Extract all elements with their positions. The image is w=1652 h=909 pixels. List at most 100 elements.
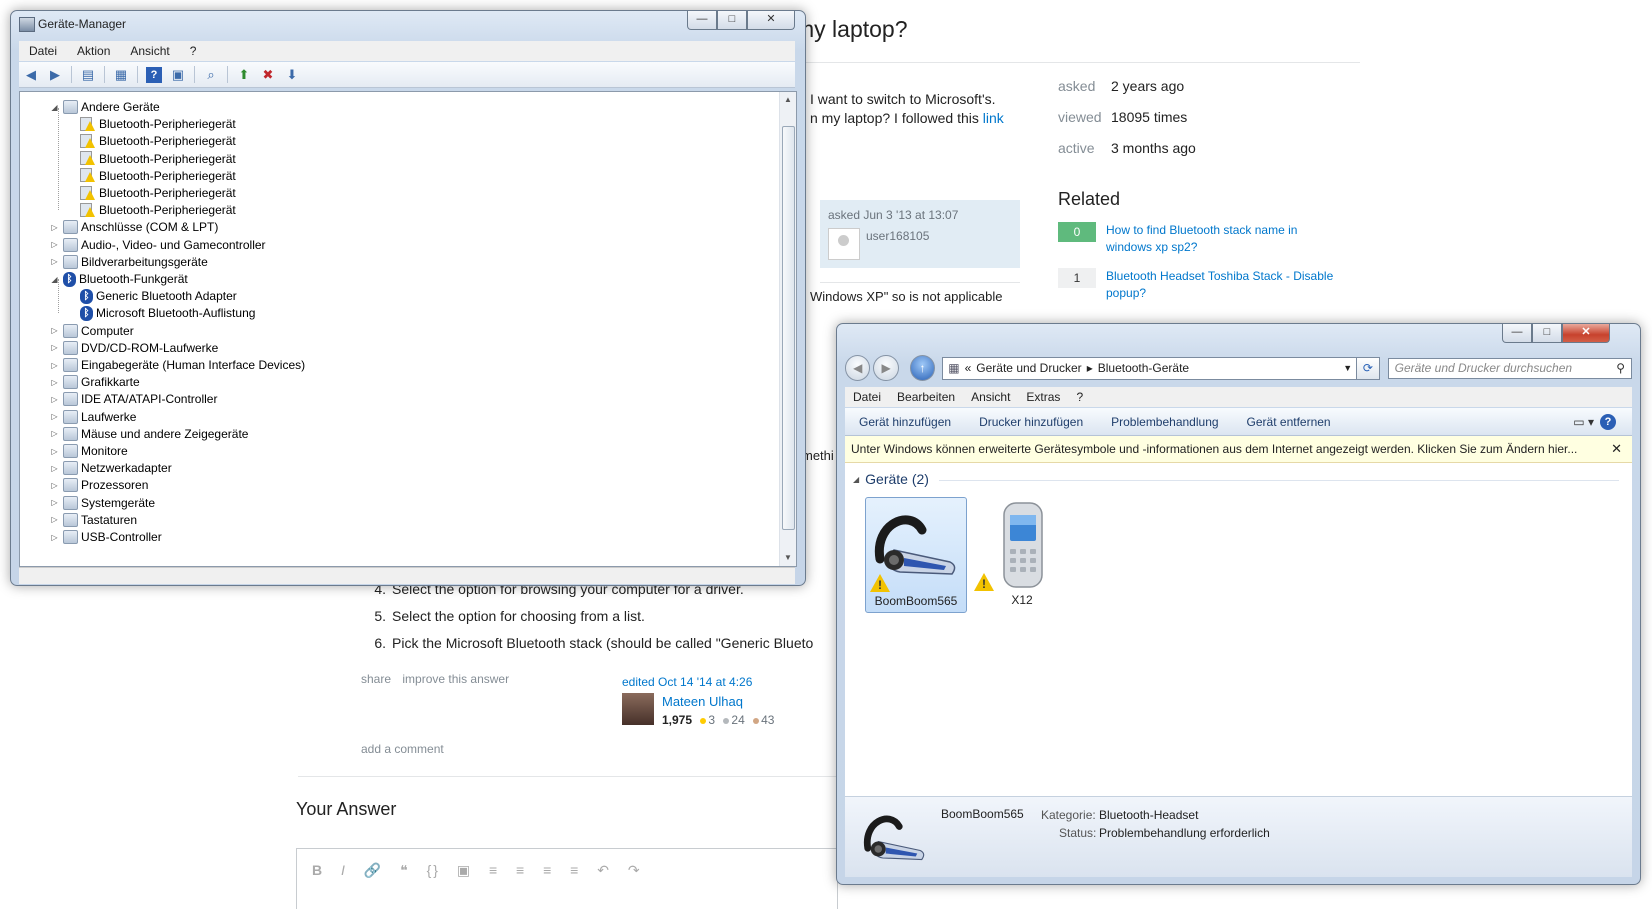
- image-icon[interactable]: ▣: [457, 862, 472, 878]
- disable-device-icon[interactable]: ⬇: [284, 67, 300, 83]
- address-bar[interactable]: ▦ « Geräte und Drucker ▸ Bluetooth-Gerät…: [942, 356, 1358, 380]
- add-device-button[interactable]: Gerät hinzufügen: [859, 415, 951, 429]
- asked-user[interactable]: user168105: [866, 229, 929, 243]
- italic-icon[interactable]: I: [341, 862, 347, 878]
- add-comment-link[interactable]: add a comment: [361, 742, 444, 756]
- tree-node[interactable]: ◢ ᛒ Bluetooth-Funkgerät: [50, 270, 188, 288]
- tree-node[interactable]: Bluetooth-Peripheriegerät: [80, 167, 236, 185]
- maximize-button[interactable]: □: [717, 11, 747, 30]
- breadcrumb-chevron-icon[interactable]: ▸: [1087, 361, 1093, 375]
- address-dropdown-icon[interactable]: ▼: [1343, 363, 1352, 373]
- maximize-button[interactable]: □: [1532, 324, 1562, 343]
- breadcrumb-bluetooth-devices[interactable]: Bluetooth-Geräte: [1098, 361, 1189, 375]
- quote-icon[interactable]: ❝: [400, 862, 410, 878]
- expand-arrow-icon[interactable]: ▷: [50, 533, 59, 542]
- info-bar[interactable]: Unter Windows können erweiterte Gerätesy…: [845, 436, 1632, 463]
- close-button[interactable]: ✕: [1562, 324, 1610, 343]
- question-link[interactable]: link: [983, 110, 1004, 126]
- show-hide-tree-icon[interactable]: ▤: [80, 67, 96, 83]
- up-button[interactable]: ↑: [909, 355, 936, 381]
- remove-device-button[interactable]: Gerät entfernen: [1247, 415, 1331, 429]
- tree-node[interactable]: ▷ Prozessoren: [50, 476, 148, 494]
- tree-node[interactable]: Bluetooth-Peripheriegerät: [80, 132, 236, 150]
- edited-time[interactable]: edited Oct 14 '14 at 4:26: [622, 675, 752, 689]
- expand-arrow-icon[interactable]: ▷: [50, 378, 59, 387]
- tree-node[interactable]: ▷ Bildverarbeitungsgeräte: [50, 253, 208, 271]
- expand-arrow-icon[interactable]: ▷: [50, 395, 59, 404]
- expand-arrow-icon[interactable]: ▷: [50, 257, 59, 266]
- menu-extras[interactable]: Extras: [1026, 390, 1060, 404]
- scroll-up-icon[interactable]: ▲: [780, 92, 796, 108]
- forward-arrow-icon[interactable]: ▶: [47, 67, 63, 83]
- breadcrumb-devices-printers[interactable]: Geräte und Drucker: [976, 361, 1081, 375]
- scan-hardware-icon[interactable]: ⌕: [203, 67, 219, 83]
- minimize-button[interactable]: —: [687, 11, 717, 30]
- collapse-arrow-icon[interactable]: ◢: [50, 275, 59, 284]
- tree-node[interactable]: ▷ Audio-, Video- und Gamecontroller: [50, 236, 266, 254]
- expand-arrow-icon[interactable]: ▷: [50, 464, 59, 473]
- numbered-list-icon[interactable]: ≡: [489, 862, 499, 878]
- expand-arrow-icon[interactable]: ▷: [50, 361, 59, 370]
- search-input[interactable]: Geräte und Drucker durchsuchen ⚲: [1387, 357, 1632, 379]
- properties-icon[interactable]: ▦: [113, 67, 129, 83]
- scroll-down-icon[interactable]: ▼: [780, 550, 796, 566]
- tree-node[interactable]: Bluetooth-Peripheriegerät: [80, 150, 236, 168]
- tree-node[interactable]: ▷ Netzwerkadapter: [50, 459, 172, 477]
- related-link[interactable]: Bluetooth Headset Toshiba Stack - Disabl…: [1106, 268, 1333, 302]
- related-item[interactable]: 1 Bluetooth Headset Toshiba Stack - Disa…: [1058, 268, 1358, 302]
- bold-icon[interactable]: B: [312, 862, 324, 878]
- view-options-icon[interactable]: ▭ ▾: [1573, 415, 1594, 429]
- device-tree[interactable]: ◢ Andere Geräte Bluetooth-Peripheriegerät B…: [19, 91, 797, 567]
- search-icon[interactable]: ⚲: [1616, 361, 1625, 375]
- menu-datei[interactable]: Datei: [853, 390, 881, 404]
- tree-node[interactable]: ▷ Monitore: [50, 442, 128, 460]
- back-arrow-icon[interactable]: ◀: [23, 67, 39, 83]
- expand-arrow-icon[interactable]: ▷: [50, 498, 59, 507]
- uninstall-icon[interactable]: ✖: [260, 67, 276, 83]
- editor-name[interactable]: Mateen Ulhaq: [662, 694, 743, 709]
- menu-ansicht[interactable]: Ansicht: [130, 44, 169, 58]
- improve-answer-link[interactable]: improve this answer: [402, 672, 509, 686]
- tree-node[interactable]: Bluetooth-Peripheriegerät: [80, 201, 236, 219]
- breadcrumb-overflow[interactable]: «: [965, 361, 972, 375]
- tree-node[interactable]: ▷ Mäuse und andere Zeigegeräte: [50, 425, 248, 443]
- tree-node[interactable]: ◢ Andere Geräte: [50, 98, 160, 116]
- tree-node[interactable]: ▷ Anschlüsse (COM & LPT): [50, 218, 218, 236]
- tree-node[interactable]: ▷ Tastaturen: [50, 511, 137, 529]
- tree-node[interactable]: Bluetooth-Peripheriegerät: [80, 115, 236, 133]
- expand-arrow-icon[interactable]: ▷: [50, 429, 59, 438]
- device-tile[interactable]: BoomBoom565: [865, 497, 967, 613]
- refresh-icon[interactable]: ⟳: [1357, 356, 1380, 380]
- collapse-icon[interactable]: ◢: [853, 475, 859, 484]
- bulleted-list-icon[interactable]: ≡: [516, 862, 526, 878]
- redo-icon[interactable]: ↷: [628, 862, 642, 878]
- code-icon[interactable]: {}: [427, 862, 440, 878]
- close-icon[interactable]: ✕: [1611, 441, 1622, 457]
- avatar[interactable]: [828, 228, 860, 260]
- menu-help[interactable]: ?: [190, 44, 197, 58]
- menu-datei[interactable]: Datei: [29, 44, 57, 58]
- tree-node[interactable]: ▷ USB-Controller: [50, 528, 162, 546]
- tree-node[interactable]: ▷ IDE ATA/ATAPI-Controller: [50, 390, 217, 408]
- undo-icon[interactable]: ↶: [597, 862, 611, 878]
- link-icon[interactable]: 🔗: [364, 862, 383, 878]
- update-driver-icon[interactable]: ⬆: [236, 67, 252, 83]
- view-icon[interactable]: ▣: [170, 67, 186, 83]
- horizontal-rule-icon[interactable]: ≡: [570, 862, 580, 878]
- help-icon[interactable]: ?: [1600, 413, 1616, 430]
- expand-arrow-icon[interactable]: ▷: [50, 481, 59, 490]
- expand-arrow-icon[interactable]: ▷: [50, 240, 59, 249]
- collapse-arrow-icon[interactable]: ◢: [50, 103, 59, 112]
- device-tile[interactable]: X12: [972, 497, 1072, 611]
- tree-node[interactable]: ▷ Laufwerke: [50, 408, 136, 426]
- menu-help[interactable]: ?: [1076, 390, 1083, 404]
- tree-node[interactable]: ᛒ Microsoft Bluetooth-Auflistung: [80, 304, 255, 322]
- tree-node[interactable]: ▷ Eingabegeräte (Human Interface Devices): [50, 356, 305, 374]
- tree-node[interactable]: ᛒ Generic Bluetooth Adapter: [80, 287, 237, 305]
- add-printer-button[interactable]: Drucker hinzufügen: [979, 415, 1083, 429]
- expand-arrow-icon[interactable]: ▷: [50, 447, 59, 456]
- group-header[interactable]: ◢ Geräte (2): [853, 471, 929, 487]
- expand-arrow-icon[interactable]: ▷: [50, 412, 59, 421]
- tree-node[interactable]: Bluetooth-Peripheriegerät: [80, 184, 236, 202]
- expand-arrow-icon[interactable]: ▷: [50, 326, 59, 335]
